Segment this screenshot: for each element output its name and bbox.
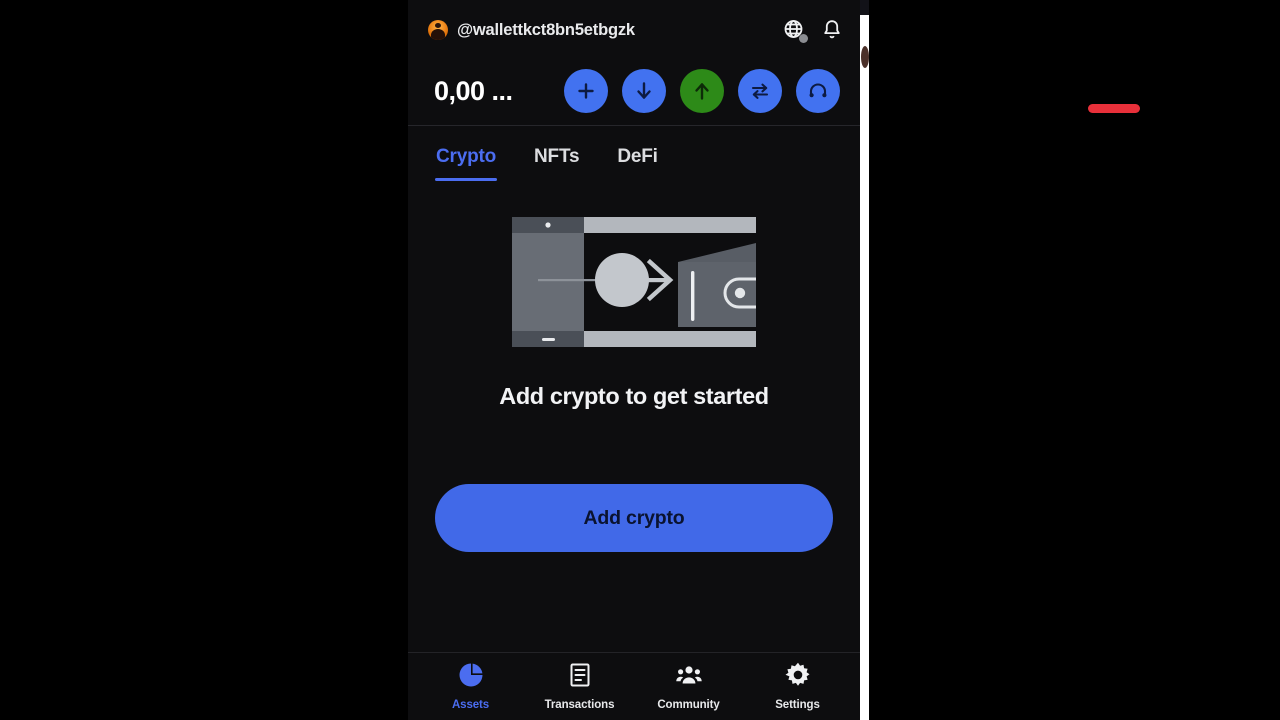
balance-and-actions-row: 0,00 ... bbox=[428, 60, 840, 122]
wallet-app-panel: @wallettkct8bn5etbgzk 0,00 ... Crypto NF… bbox=[408, 0, 1140, 720]
pie-chart-icon bbox=[458, 662, 484, 693]
wallet-balance: 0,00 ... bbox=[434, 75, 513, 106]
arrow-up-icon bbox=[690, 79, 714, 103]
screen: @wallettkct8bn5etbgzk 0,00 ... Crypto NF… bbox=[0, 0, 1280, 720]
arrow-down-icon bbox=[632, 79, 656, 103]
people-group-icon bbox=[675, 662, 702, 693]
send-button[interactable] bbox=[680, 69, 724, 113]
headphones-icon bbox=[806, 79, 830, 103]
quick-actions bbox=[564, 69, 840, 113]
nav-item-community[interactable]: Community bbox=[643, 662, 735, 711]
bottom-navigation: Assets Transactions Community Settings bbox=[408, 652, 860, 720]
gear-icon bbox=[785, 662, 811, 693]
nav-label-transactions: Transactions bbox=[544, 699, 615, 711]
globe-status-dot bbox=[799, 34, 808, 43]
app-header: @wallettkct8bn5etbgzk 0,00 ... bbox=[408, 0, 860, 125]
empty-state: Add crypto to get started Add crypto bbox=[408, 181, 860, 652]
tab-crypto[interactable]: Crypto bbox=[434, 146, 498, 181]
support-button[interactable] bbox=[796, 69, 840, 113]
account-username[interactable]: @wallettkct8bn5etbgzk bbox=[457, 21, 635, 40]
add-crypto-button[interactable]: Add crypto bbox=[435, 484, 833, 552]
buy-button[interactable] bbox=[564, 69, 608, 113]
nav-label-settings: Settings bbox=[775, 699, 820, 711]
header-icon-group bbox=[782, 18, 844, 43]
send-button-highlight-marker bbox=[1088, 104, 1140, 113]
receive-button[interactable] bbox=[622, 69, 666, 113]
tab-defi[interactable]: DeFi bbox=[617, 146, 658, 181]
nav-item-settings[interactable]: Settings bbox=[752, 662, 844, 711]
account-row[interactable]: @wallettkct8bn5etbgzk bbox=[428, 0, 840, 60]
nav-label-community: Community bbox=[657, 699, 720, 711]
user-avatar[interactable] bbox=[428, 20, 448, 40]
background-window-avatar bbox=[861, 46, 869, 68]
swap-button[interactable] bbox=[738, 69, 782, 113]
tab-nfts[interactable]: NFTs bbox=[534, 146, 579, 181]
document-list-icon bbox=[567, 662, 593, 693]
nav-item-transactions[interactable]: Transactions bbox=[534, 662, 626, 711]
plus-icon bbox=[574, 79, 598, 103]
globe-icon[interactable] bbox=[782, 18, 808, 43]
nav-label-assets: Assets bbox=[451, 699, 490, 711]
bell-icon[interactable] bbox=[820, 18, 844, 42]
phone-coin-to-wallet-illustration bbox=[512, 217, 756, 347]
background-window-sliver bbox=[860, 0, 869, 720]
asset-tabs: Crypto NFTs DeFi bbox=[408, 126, 860, 181]
swap-arrows-icon bbox=[748, 79, 772, 103]
empty-state-title: Add crypto to get started bbox=[499, 383, 769, 409]
nav-item-assets[interactable]: Assets bbox=[425, 662, 517, 711]
